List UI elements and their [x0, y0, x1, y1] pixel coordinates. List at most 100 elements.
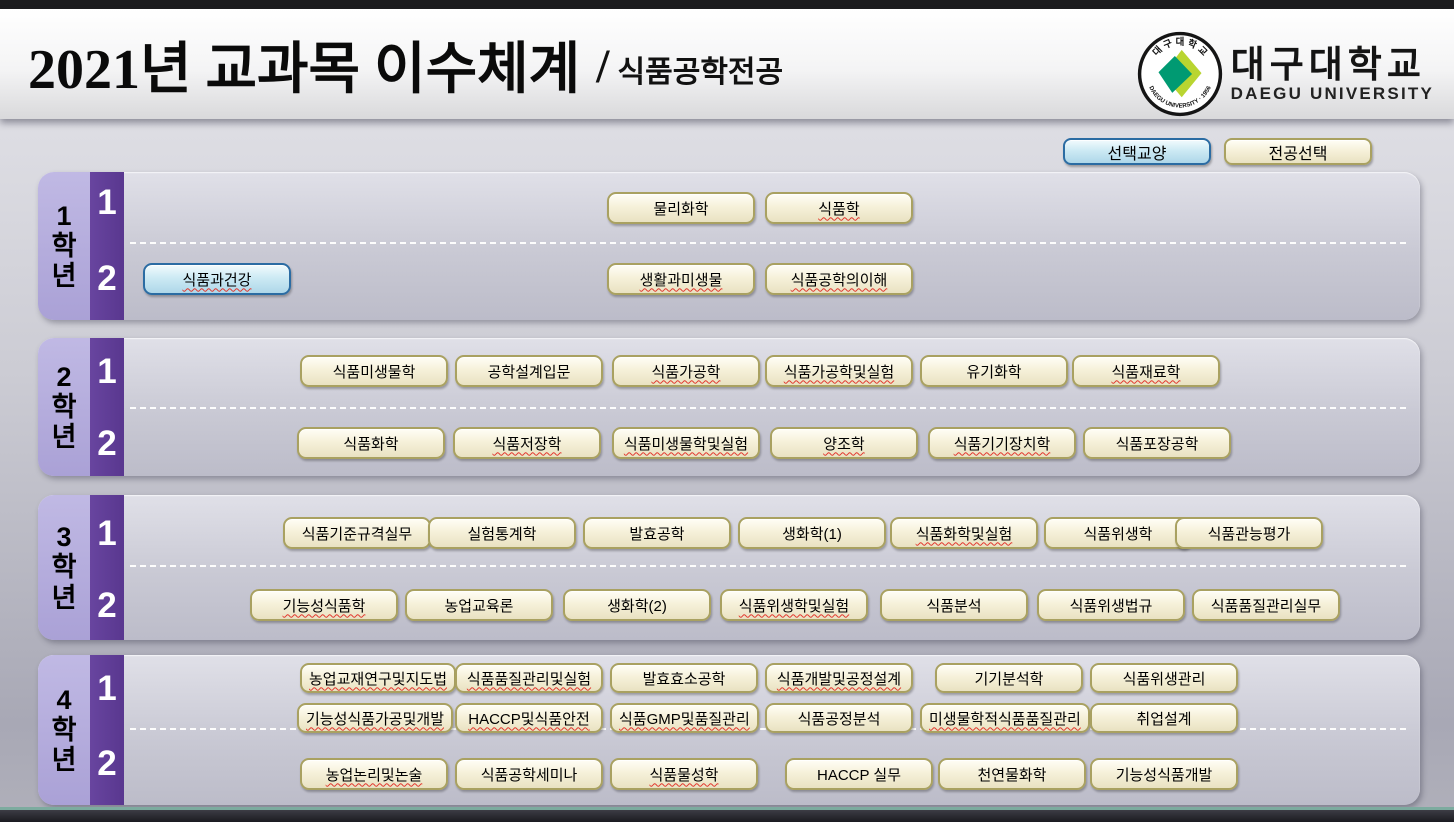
- course-label: 식품가공학및실험: [784, 361, 894, 382]
- semester-divider-line: [130, 242, 1406, 244]
- legend-major-elective-button[interactable]: 전공선택: [1224, 138, 1372, 165]
- course-label: 미생물학적식품품질관리: [929, 708, 1081, 729]
- logo-english-name: DAEGU UNIVERSITY: [1231, 85, 1434, 103]
- course-button[interactable]: 기기분석학: [935, 663, 1083, 693]
- course-button[interactable]: 식품기기장치학: [928, 427, 1076, 459]
- course-button[interactable]: 생화학(1): [738, 517, 886, 549]
- semester-number-1: 1: [90, 182, 124, 224]
- semester-divider-line: [130, 407, 1406, 409]
- course-label: 식품분석: [926, 595, 981, 616]
- course-button[interactable]: 미생물학적식품품질관리: [920, 703, 1090, 733]
- page-subtitle-major: 식품공학전공: [618, 47, 784, 91]
- course-label: 천연물화학: [977, 764, 1046, 785]
- course-button[interactable]: 기능성식품학: [250, 589, 398, 621]
- course-button[interactable]: 취업설계: [1090, 703, 1238, 733]
- course-button[interactable]: 식품개발및공정설계: [765, 663, 913, 693]
- year-band-4: 4학년12농업교재연구및지도법식품품질관리및실험발효효소공학식품개발및공정설계기…: [38, 655, 1420, 805]
- course-label: HACCP 실무: [817, 764, 901, 785]
- legend-label: 전공선택: [1269, 140, 1328, 164]
- course-label: 실험통계학: [467, 523, 536, 544]
- course-button[interactable]: 식품위생학: [1044, 517, 1192, 549]
- course-button[interactable]: 양조학: [770, 427, 918, 459]
- legend-label: 선택교양: [1108, 140, 1167, 164]
- course-label: 식품화학및실험: [916, 523, 1013, 544]
- course-button[interactable]: 식품기준규격실무: [283, 517, 431, 549]
- course-button[interactable]: 식품위생관리: [1090, 663, 1238, 693]
- course-label: 식품공정분석: [798, 708, 881, 729]
- course-button[interactable]: 식품포장공학: [1083, 427, 1231, 459]
- course-label: 식품위생관리: [1123, 668, 1206, 689]
- course-button[interactable]: 물리화학: [607, 192, 755, 224]
- course-button[interactable]: 식품화학및실험: [890, 517, 1038, 549]
- year-band-2: 2학년12식품미생물학공학설계입문식품가공학식품가공학및실험유기화학식품재료학식…: [38, 338, 1420, 476]
- course-label: 식품위생학및실험: [739, 595, 849, 616]
- course-label: HACCP및식품안전: [468, 708, 590, 729]
- course-button[interactable]: 식품가공학및실험: [765, 355, 913, 387]
- course-button[interactable]: 식품공학세미나: [455, 758, 603, 790]
- course-button[interactable]: 식품위생학및실험: [720, 589, 868, 621]
- course-label: 양조학: [823, 433, 864, 454]
- course-label: 농업교재연구및지도법: [309, 668, 447, 689]
- course-button[interactable]: 공학설계입문: [455, 355, 603, 387]
- top-border-bar: [0, 0, 1454, 9]
- course-label: 식품물성학: [649, 764, 718, 785]
- course-button[interactable]: 식품학: [765, 192, 913, 224]
- year-band-3: 3학년12식품기준규격실무실험통계학발효공학생화학(1)식품화학및실험식품위생학…: [38, 495, 1420, 640]
- course-button[interactable]: 식품공학의이해: [765, 263, 913, 295]
- course-button[interactable]: 식품가공학: [612, 355, 760, 387]
- course-button[interactable]: 식품과건강: [143, 263, 291, 295]
- course-button[interactable]: 농업논리및논술: [300, 758, 448, 790]
- course-button[interactable]: 식품화학: [297, 427, 445, 459]
- course-button[interactable]: 식품품질관리및실험: [455, 663, 603, 693]
- course-label: 식품포장공학: [1116, 433, 1199, 454]
- course-button[interactable]: 농업교재연구및지도법: [300, 663, 456, 693]
- course-button[interactable]: 기능성식품개발: [1090, 758, 1238, 790]
- logo-wordmark: 대구대학교 DAEGU UNIVERSITY: [1231, 46, 1434, 103]
- page-title: 2021년 교과목 이수체계: [28, 24, 580, 105]
- course-label: 농업논리및논술: [326, 764, 423, 785]
- course-label: 기능성식품학: [283, 595, 366, 616]
- course-button[interactable]: 생활과미생물: [607, 263, 755, 295]
- legend-elective-liberal-button[interactable]: 선택교양: [1063, 138, 1211, 165]
- course-label: 발효효소공학: [643, 668, 726, 689]
- course-label: 기능성식품가공및개발: [306, 708, 444, 729]
- course-button[interactable]: 유기화학: [920, 355, 1068, 387]
- course-label: 식품미생물학및실험: [624, 433, 748, 454]
- course-button[interactable]: 생화학(2): [563, 589, 711, 621]
- course-label: 식품관능평가: [1208, 523, 1291, 544]
- course-button[interactable]: 농업교육론: [405, 589, 553, 621]
- course-label: 농업교육론: [444, 595, 513, 616]
- course-button[interactable]: 천연물화학: [938, 758, 1086, 790]
- course-button[interactable]: HACCP 실무: [785, 758, 933, 790]
- course-label: 생화학(2): [607, 595, 667, 616]
- course-button[interactable]: 실험통계학: [428, 517, 576, 549]
- course-button[interactable]: 기능성식품가공및개발: [297, 703, 453, 733]
- course-button[interactable]: 식품공정분석: [765, 703, 913, 733]
- year-label-1: 1학년: [38, 172, 90, 320]
- semester-divider-line: [130, 565, 1406, 567]
- course-label: 식품GMP및품질관리: [619, 708, 750, 729]
- course-button[interactable]: 식품분석: [880, 589, 1028, 621]
- logo-korean-name: 대구대학교: [1231, 46, 1434, 85]
- course-label: 식품공학세미나: [481, 764, 578, 785]
- university-seal-icon: 대 구 대 학 교 DAEGU UNIVERSITY · 1956: [1137, 31, 1223, 117]
- course-label: 유기화학: [966, 361, 1021, 382]
- course-button[interactable]: 식품재료학: [1072, 355, 1220, 387]
- course-button[interactable]: 식품GMP및품질관리: [610, 703, 759, 733]
- course-button[interactable]: 발효효소공학: [610, 663, 758, 693]
- course-button[interactable]: 식품물성학: [610, 758, 758, 790]
- course-button[interactable]: 식품미생물학: [300, 355, 448, 387]
- semester-number-1: 1: [90, 668, 124, 710]
- course-button[interactable]: 식품관능평가: [1175, 517, 1323, 549]
- course-button[interactable]: 식품품질관리실무: [1192, 589, 1340, 621]
- year-band-1: 1학년12물리화학식품학식품과건강생활과미생물식품공학의이해: [38, 172, 1420, 320]
- course-button[interactable]: HACCP및식품안전: [455, 703, 603, 733]
- course-button[interactable]: 식품위생법규: [1037, 589, 1185, 621]
- course-label: 물리화학: [653, 198, 708, 219]
- year-label-4: 4학년: [38, 655, 90, 805]
- course-button[interactable]: 식품저장학: [453, 427, 601, 459]
- course-button[interactable]: 발효공학: [583, 517, 731, 549]
- course-label: 식품미생물학: [333, 361, 416, 382]
- course-button[interactable]: 식품미생물학및실험: [612, 427, 760, 459]
- title-separator: /: [596, 39, 609, 94]
